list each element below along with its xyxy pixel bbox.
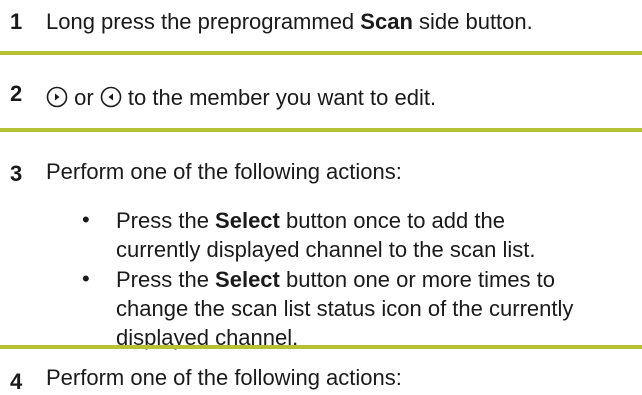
step-text: Perform one of the following actions: [46, 159, 402, 184]
left-arrow-key-icon [100, 86, 122, 114]
select-button-label: Select [215, 208, 280, 233]
step-number: 2 [10, 81, 23, 106]
step-number: 4 [10, 369, 23, 394]
step-divider [0, 128, 642, 132]
step-divider [0, 51, 642, 55]
bullet-dot: • [82, 207, 90, 232]
list-item-line-1: Press the Select button one or more time… [116, 265, 573, 294]
step-text-suffix: side button. [412, 9, 533, 34]
bullet-dot: • [82, 266, 90, 291]
list-item-line-2: currently displayed channel to the scan … [116, 237, 536, 262]
right-arrow-key-icon [46, 86, 68, 114]
step-number: 3 [10, 161, 23, 186]
step-text-rest: to the member you want to edit. [121, 85, 437, 110]
list-item-line-2: change the scan list status icon of the … [116, 296, 574, 321]
list-item-line-1: Press the Select button once to add the [116, 206, 535, 235]
step-number: 1 [10, 9, 23, 34]
list-item-prefix: Press the [116, 208, 216, 233]
list-item: Press the Select button once to add the … [116, 206, 535, 264]
step-text: Perform one of the following actions: [46, 365, 402, 390]
list-item-prefix: Press the [116, 267, 216, 292]
step-text: Long press the preprogrammed Scan side b… [46, 9, 533, 35]
list-item-rest: button once to add the [279, 208, 505, 233]
step-text: or to the member you want to edit. [46, 85, 436, 114]
connector-text: or [68, 85, 100, 110]
list-item-rest: button one or more times to [279, 267, 556, 292]
list-item: Press the Select button one or more time… [116, 265, 573, 352]
step-divider [0, 345, 642, 349]
step-text-prefix: Long press the preprogrammed [46, 9, 361, 34]
scan-button-label: Scan [360, 9, 413, 34]
select-button-label: Select [215, 267, 280, 292]
